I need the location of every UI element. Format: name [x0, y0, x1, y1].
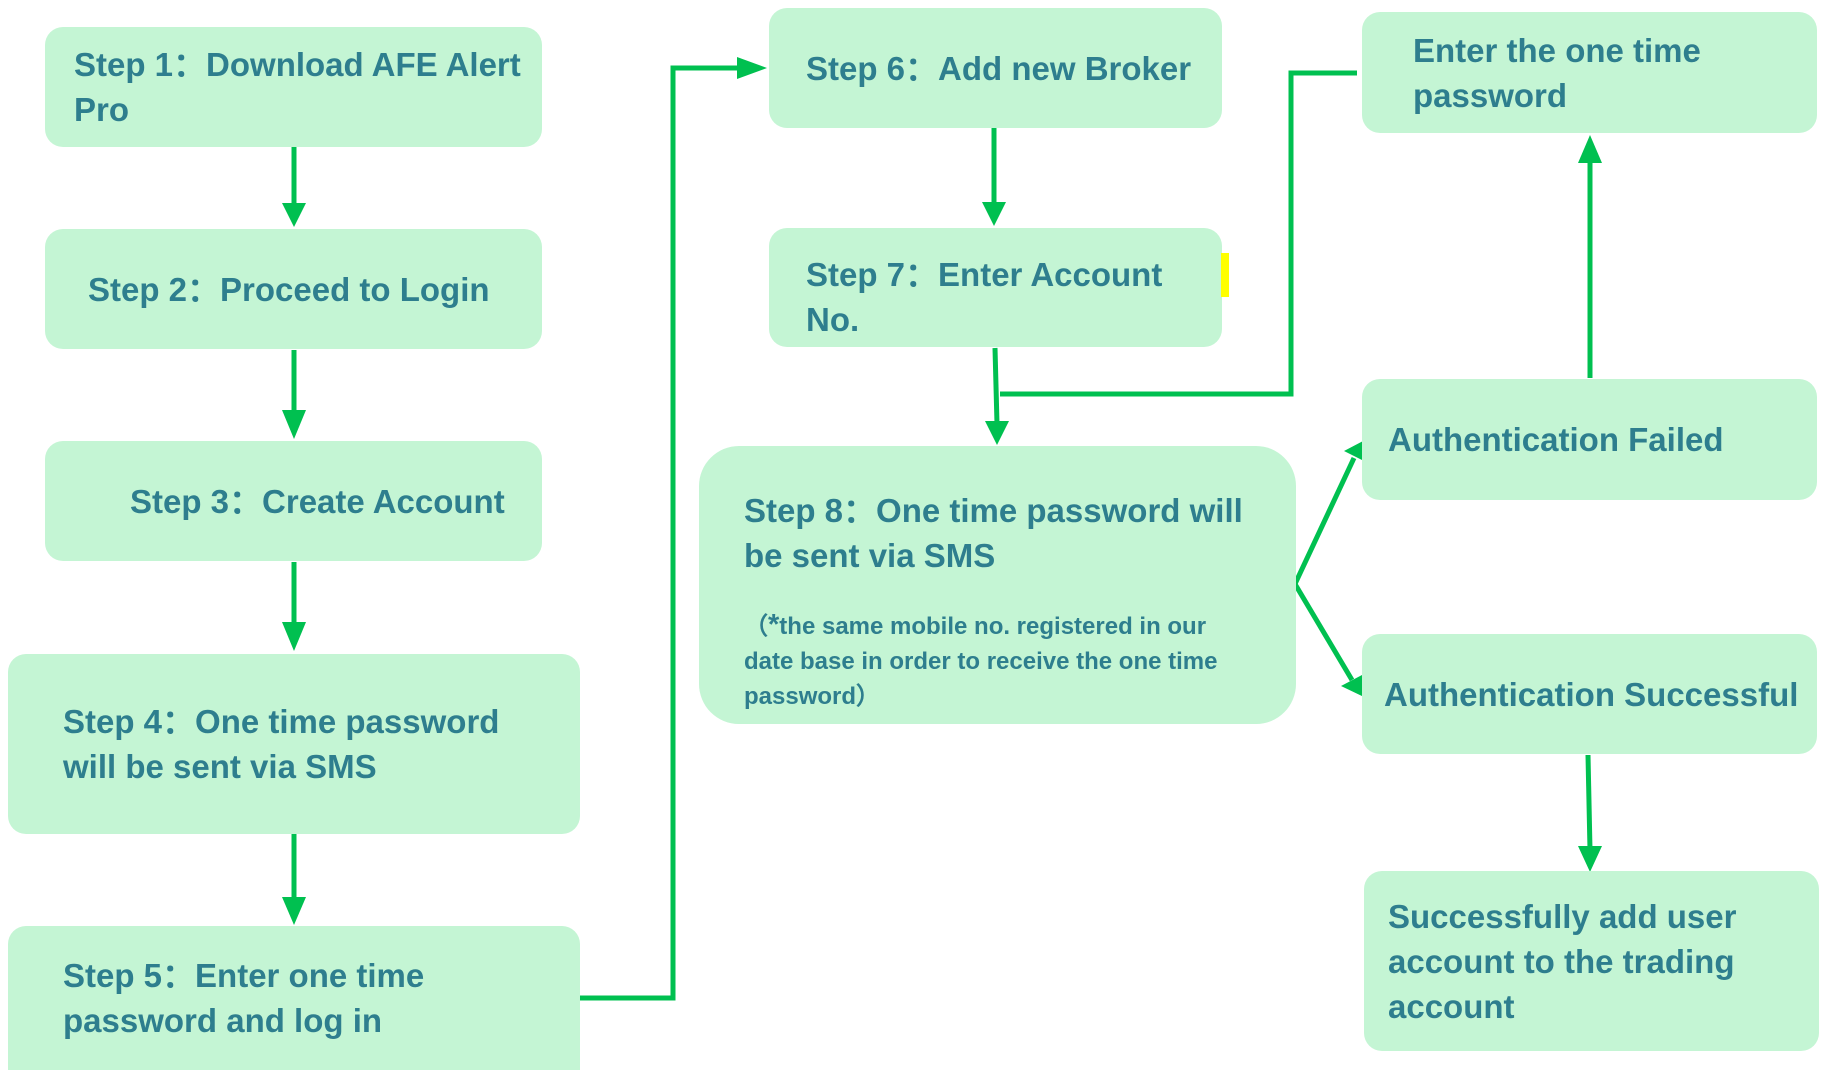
arrowhead-step3 — [282, 410, 306, 439]
step-8-note-star: * — [768, 609, 780, 641]
arrowhead-step5 — [282, 897, 306, 925]
step-4-text: Step 4：One time password will be sent vi… — [63, 703, 500, 785]
enter-otp-text: Enter the one time password — [1413, 31, 1701, 114]
step-2-text: Step 2：Proceed to Login — [88, 270, 490, 308]
step-8-note-text: the same mobile no. registered in our da… — [744, 613, 1218, 710]
step-1-text: Step 1：Download AFE Alert Pro — [74, 46, 521, 128]
auth-success-box: Authentication Successful — [1362, 634, 1817, 754]
step-3-box: Step 3：Create Account — [45, 441, 542, 561]
auth-failed-box: Authentication Failed — [1362, 379, 1817, 500]
step-6-text: Step 6：Add new Broker — [806, 49, 1192, 87]
step-6-box: Step 6：Add new Broker — [769, 8, 1222, 128]
arrow-success-add — [1585, 754, 1593, 851]
arrowhead-step8 — [985, 421, 1009, 445]
connector-step8-success — [1292, 582, 1355, 682]
step-2-box: Step 2：Proceed to Login — [45, 229, 542, 349]
step-8-note: （*the same mobile no. registered in our … — [744, 608, 1261, 714]
enter-otp-box: Enter the one time password — [1362, 12, 1817, 133]
step-7-text: Step 7：Enter Account No. — [806, 256, 1163, 338]
step-1-box: Step 1：Download AFE Alert Pro — [45, 27, 542, 147]
step-7-box: Step 7：Enter Account No. — [769, 228, 1222, 347]
arrowhead-step2 — [282, 203, 306, 227]
step-8-box: Step 8：One time password will be sent vi… — [699, 446, 1296, 724]
arrowhead-step7 — [982, 202, 1006, 226]
auth-failed-text: Authentication Failed — [1388, 421, 1724, 458]
arrowhead-enter-otp — [1578, 135, 1602, 163]
step-8-text: Step 8：One time password will be sent vi… — [744, 492, 1243, 574]
step-8-note-open: （ — [744, 613, 768, 640]
text-cursor-highlight — [1221, 253, 1229, 297]
auth-success-text: Authentication Successful — [1384, 675, 1799, 713]
success-add-text: Successfully add user account to the tra… — [1388, 897, 1737, 1025]
arrow-step7-step8 — [992, 347, 1000, 425]
arrowhead-step6 — [737, 57, 767, 79]
step-3-text: Step 3：Create Account — [130, 482, 505, 520]
step-5-text: Step 5：Enter one time password and log i… — [63, 957, 425, 1039]
connector-step8-failed — [1292, 456, 1357, 586]
step-4-box: Step 4：One time password will be sent vi… — [8, 654, 580, 834]
step-5-box: Step 5：Enter one time password and log i… — [8, 926, 580, 1070]
arrowhead-step4 — [282, 622, 306, 651]
arrowhead-success-add — [1578, 846, 1602, 872]
success-add-box: Successfully add user account to the tra… — [1364, 871, 1819, 1051]
